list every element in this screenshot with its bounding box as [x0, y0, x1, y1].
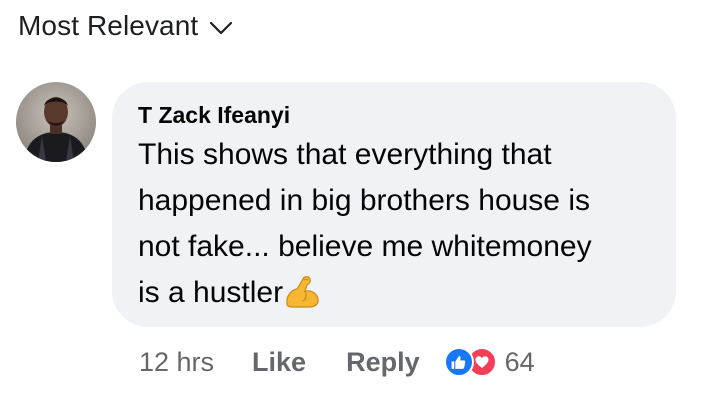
like-button[interactable]: Like	[252, 347, 306, 378]
avatar[interactable]	[16, 82, 96, 162]
comment-timestamp[interactable]: 12 hrs	[139, 347, 214, 378]
comment-text-line: is a hustler	[138, 276, 284, 309]
comment-text-line: not fake... believe me whitemoney	[138, 230, 592, 263]
like-reaction-icon	[443, 347, 474, 377]
reactions-summary[interactable]	[443, 347, 497, 377]
comment-actions: 12 hrs Like Reply 64	[139, 340, 535, 384]
comment-author[interactable]: T Zack Ifeanyi	[138, 100, 650, 130]
flexed-biceps-icon	[286, 276, 319, 308]
reply-button[interactable]: Reply	[346, 347, 420, 378]
reaction-count[interactable]: 64	[505, 347, 535, 378]
sort-label: Most Relevant	[18, 10, 199, 41]
comment-text-line: happened in big brothers house is	[138, 184, 590, 217]
comment-text-line: This shows that everything that	[138, 138, 552, 171]
sort-dropdown[interactable]: Most Relevant	[18, 6, 234, 46]
comment-text: This shows that everything that happened…	[138, 132, 668, 316]
comment-bubble: T Zack Ifeanyi This shows that everythin…	[112, 82, 676, 327]
profile-photo	[16, 82, 96, 162]
chevron-down-icon	[210, 21, 233, 35]
